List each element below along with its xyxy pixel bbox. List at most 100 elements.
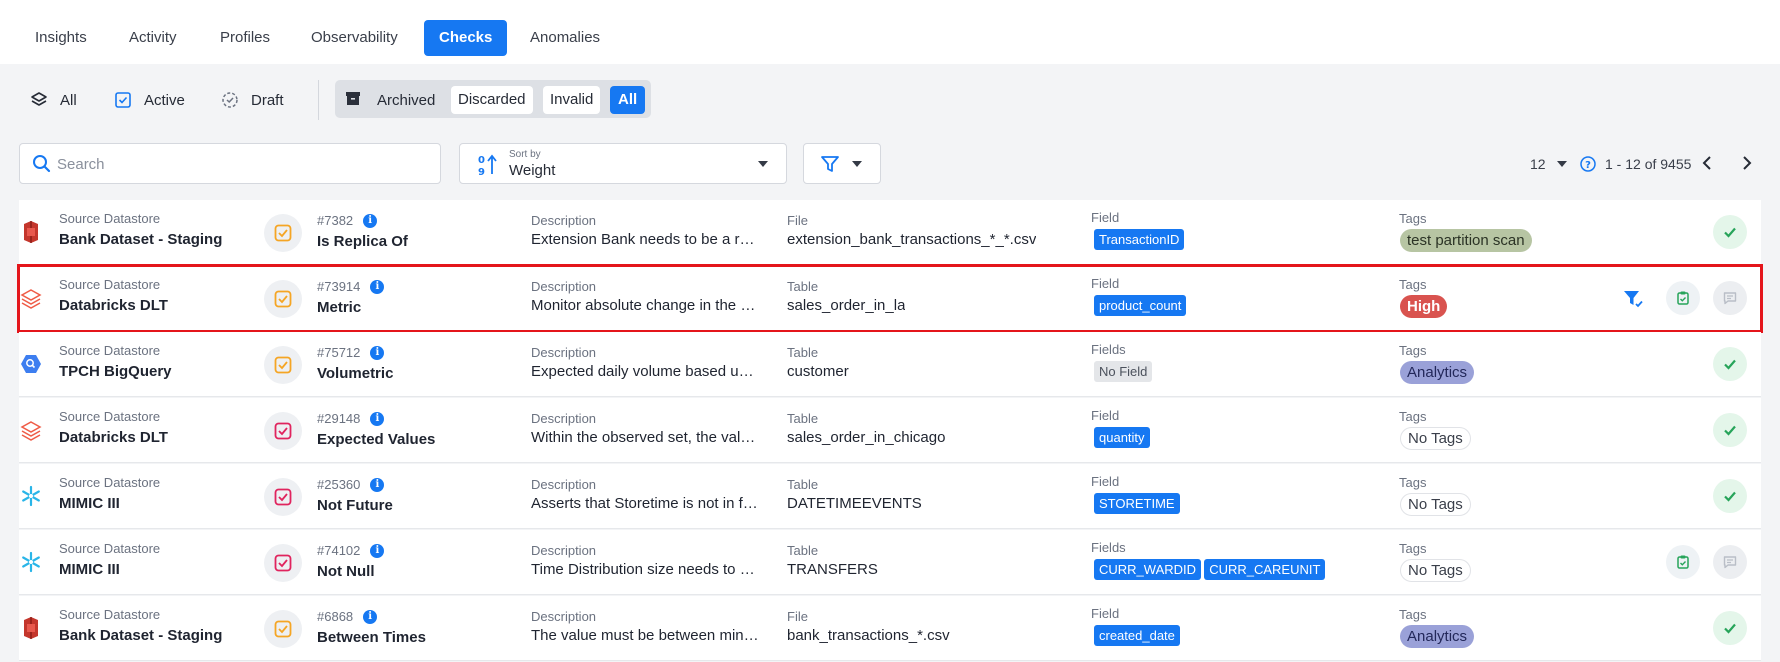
check-id-text: #74102	[317, 543, 361, 558]
info-icon[interactable]: i	[370, 279, 385, 294]
datastore-name[interactable]: Databricks DLT	[59, 429, 168, 446]
check-id[interactable]: #29148 i	[317, 411, 385, 426]
tab-anomalies[interactable]: Anomalies	[515, 20, 615, 56]
description-text: Within the observed set, the values are …	[531, 429, 759, 446]
page-size-caret-icon[interactable]	[1557, 161, 1567, 167]
active-status-icon[interactable]	[1713, 479, 1747, 513]
check-id[interactable]: #73914 i	[317, 279, 385, 294]
filter-archived[interactable]: Archived	[344, 86, 435, 114]
datastore-name[interactable]: MIMIC III	[59, 495, 120, 512]
check-id[interactable]: #6868 i	[317, 609, 378, 624]
tab-checks[interactable]: Checks	[424, 20, 508, 56]
filter-discarded[interactable]: Discarded	[451, 86, 533, 114]
info-icon[interactable]: i	[363, 609, 378, 624]
tab-activity[interactable]: Activity	[114, 20, 192, 56]
info-icon[interactable]: i	[363, 213, 378, 228]
filter-all[interactable]: All	[30, 86, 77, 114]
chevron-left-icon[interactable]	[1701, 155, 1713, 176]
check-id[interactable]: #7382 i	[317, 213, 378, 228]
field-label: Field	[1091, 276, 1120, 291]
info-icon[interactable]: i	[370, 543, 385, 558]
active-status-icon[interactable]	[1713, 611, 1747, 645]
filter-active[interactable]: Active	[114, 86, 185, 114]
filter-button[interactable]	[803, 143, 881, 184]
databricks-icon	[19, 416, 43, 444]
tag-badge[interactable]: High	[1400, 295, 1448, 318]
field-label: Field	[1091, 606, 1120, 621]
check-type: Not Null	[317, 563, 375, 580]
databricks-icon	[19, 284, 43, 312]
filter-invalid[interactable]: Invalid	[543, 86, 601, 114]
source-datastore-label: Source Datastore	[59, 607, 161, 622]
description-text: Extension Bank needs to be a replica of …	[531, 231, 759, 248]
check-id[interactable]: #75712 i	[317, 345, 385, 360]
tag-badge[interactable]: Analytics	[1400, 361, 1475, 384]
filter-archived-all[interactable]: All	[610, 86, 646, 114]
check-row[interactable]: Source Datastore TPCH BigQuery #75712 i Volu…	[19, 332, 1761, 397]
search-input[interactable]	[57, 148, 427, 180]
no-tags-badge: No Tags	[1400, 427, 1471, 450]
field-chip[interactable]: STORETIME	[1094, 493, 1180, 514]
sort-select[interactable]: 09 Sort by Weight	[459, 143, 787, 184]
active-status-icon[interactable]	[1713, 215, 1747, 249]
check-id[interactable]: #74102 i	[317, 543, 385, 558]
activate-clipboard-icon[interactable]	[1666, 545, 1700, 579]
info-icon[interactable]: i	[370, 345, 385, 360]
check-row[interactable]: Source Datastore Databricks DLT #73914 i Met…	[17, 264, 1763, 333]
search-field[interactable]	[19, 143, 441, 184]
tags-label: Tags	[1399, 541, 1427, 556]
datastore-name[interactable]: Bank Dataset - Staging	[59, 627, 222, 644]
sort-numeric-icon: 09	[477, 153, 499, 182]
page-size-select[interactable]: 12	[1530, 153, 1546, 175]
tab-profiles[interactable]: Profiles	[205, 20, 285, 56]
datastore-name[interactable]: TPCH BigQuery	[59, 363, 172, 380]
check-row[interactable]: Source Datastore Databricks DLT #29148 i Exp…	[19, 398, 1761, 463]
datastore-name[interactable]: Bank Dataset - Staging	[59, 231, 222, 248]
location-name: extension_bank_transactions_*_*.csv	[787, 231, 1037, 248]
tag-badge[interactable]: test partition scan	[1400, 229, 1532, 252]
snowflake-icon	[19, 482, 43, 510]
datastore-name[interactable]: Databricks DLT	[59, 297, 168, 314]
active-status-icon[interactable]	[1713, 413, 1747, 447]
active-status-icon[interactable]	[1713, 347, 1747, 381]
info-icon[interactable]: i	[370, 477, 385, 492]
check-row[interactable]: Source Datastore Bank Dataset - Staging #7…	[19, 200, 1761, 265]
location-name: TRANSFERS	[787, 561, 878, 578]
datastore-name[interactable]: MIMIC III	[59, 561, 120, 578]
info-icon[interactable]: i	[370, 411, 385, 426]
field-chip[interactable]: CURR_CAREUNIT	[1204, 559, 1326, 580]
field-label: Fields	[1091, 540, 1126, 555]
check-id[interactable]: #25360 i	[317, 477, 385, 492]
filter-draft[interactable]: Draft	[221, 86, 284, 114]
sort-label: Sort by	[509, 149, 541, 160]
field-chip[interactable]: CURR_WARDID	[1094, 559, 1202, 580]
location-name: DATETIMEEVENTS	[787, 495, 922, 512]
check-square-icon-pink	[264, 544, 302, 582]
comment-icon[interactable]	[1713, 281, 1747, 315]
description-label: Description	[531, 543, 597, 558]
check-square-icon-yellow	[264, 610, 302, 648]
activate-clipboard-icon[interactable]	[1666, 281, 1700, 315]
field-chip[interactable]: TransactionID	[1094, 229, 1185, 250]
location-label: Table	[787, 543, 819, 558]
comment-icon[interactable]	[1713, 545, 1747, 579]
tab-insights[interactable]: Insights	[20, 20, 102, 56]
field-chip[interactable]: created_date	[1094, 625, 1180, 646]
tag-badge[interactable]: Analytics	[1400, 625, 1475, 648]
check-square-icon-yellow	[264, 214, 302, 252]
source-datastore-label: Source Datastore	[59, 277, 161, 292]
location-label: Table	[787, 279, 819, 294]
tab-observability[interactable]: Observability	[296, 20, 413, 56]
field-label: Fields	[1091, 342, 1126, 357]
check-square-icon-yellow	[264, 280, 302, 318]
check-row[interactable]: Source Datastore Bank Dataset - Staging #6…	[19, 596, 1761, 661]
field-chip[interactable]: quantity	[1094, 427, 1150, 448]
description-label: Description	[531, 345, 597, 360]
check-row[interactable]: Source Datastore MIMIC III #25360 i Not Futu…	[19, 464, 1761, 529]
field-chip[interactable]: product_count	[1094, 295, 1187, 316]
chevron-right-icon[interactable]	[1741, 155, 1753, 176]
check-row[interactable]: Source Datastore MIMIC III #74102 i Not Null…	[19, 530, 1761, 595]
filter-check-icon[interactable]	[1622, 288, 1644, 315]
chevron-down-icon	[758, 161, 768, 167]
help-icon[interactable]: ?	[1580, 156, 1596, 177]
